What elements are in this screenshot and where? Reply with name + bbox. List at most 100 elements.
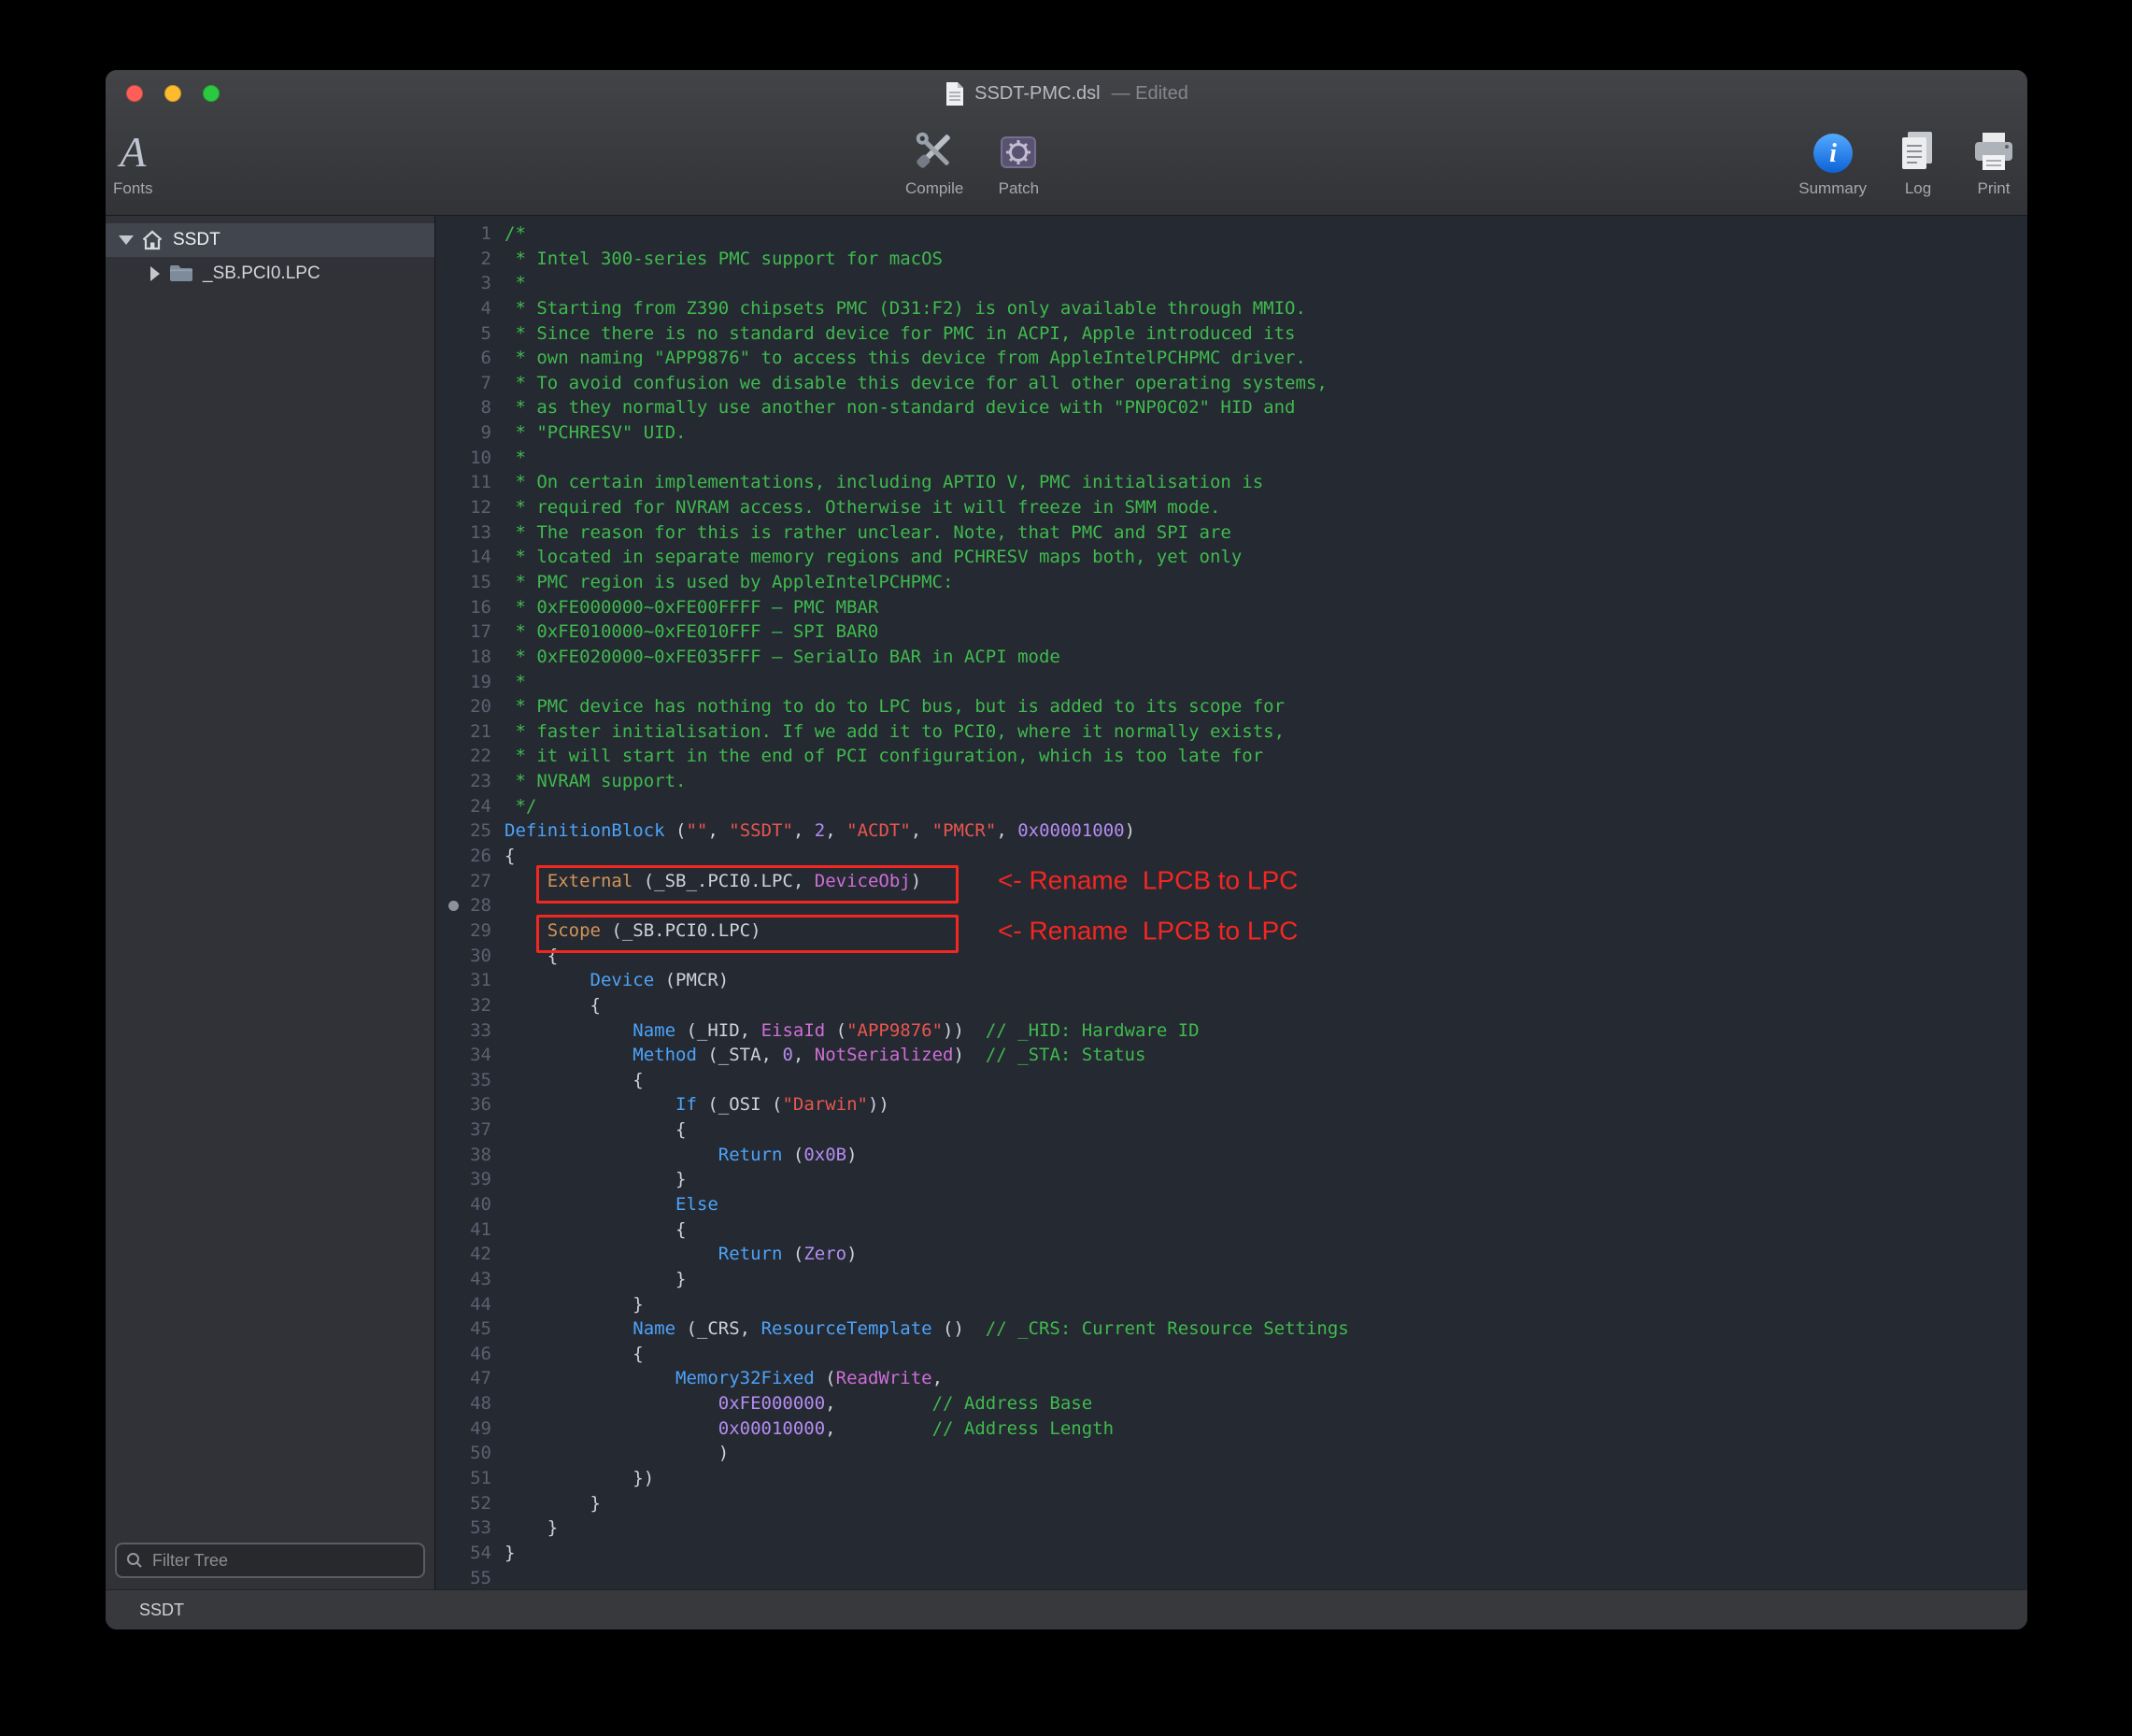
code-text: { (505, 1117, 686, 1143)
line-number: 1 (435, 221, 491, 247)
code-line[interactable]: 32 { (435, 993, 2027, 1018)
code-line[interactable]: 8 * as they normally use another non-sta… (435, 395, 2027, 420)
code-line[interactable]: 13 * The reason for this is rather uncle… (435, 520, 2027, 546)
code-text: * PMC device has nothing to do to LPC bu… (505, 694, 1285, 719)
code-text: { (505, 1068, 644, 1093)
minimize-button[interactable] (164, 85, 181, 102)
code-text: * Starting from Z390 chipsets PMC (D31:F… (505, 296, 1306, 321)
code-line[interactable]: 29 Scope (_SB.PCI0.LPC) (435, 918, 2027, 944)
code-line[interactable]: 33 Name (_HID, EisaId ("APP9876")) // _H… (435, 1018, 2027, 1044)
code-line[interactable]: 20 * PMC device has nothing to do to LPC… (435, 694, 2027, 719)
code-text: } (505, 1491, 601, 1516)
code-line[interactable]: 25DefinitionBlock ("", "SSDT", 2, "ACDT"… (435, 818, 2027, 844)
line-number: 49 (435, 1416, 491, 1442)
code-line[interactable]: 1/* (435, 221, 2027, 247)
code-line[interactable]: 44 } (435, 1292, 2027, 1317)
compile-button[interactable]: Compile (905, 121, 963, 198)
code-text: Return (0x0B) (505, 1143, 858, 1168)
code-line[interactable]: 55 (435, 1566, 2027, 1589)
code-line[interactable]: 14 * located in separate memory regions … (435, 545, 2027, 570)
code-line[interactable]: 2 * Intel 300-series PMC support for mac… (435, 247, 2027, 272)
code-line[interactable]: 38 Return (0x0B) (435, 1143, 2027, 1168)
print-button[interactable]: Print (1969, 121, 2018, 198)
code-line[interactable]: 48 0xFE000000, // Address Base (435, 1391, 2027, 1416)
code-text: { (505, 1342, 644, 1367)
close-button[interactable] (126, 85, 143, 102)
code-line[interactable]: 51 }) (435, 1466, 2027, 1491)
window-title-edited: — Edited (1112, 83, 1188, 105)
code-line[interactable]: 52 } (435, 1491, 2027, 1516)
filter-tree-field[interactable] (115, 1543, 425, 1578)
code-line[interactable]: 4 * Starting from Z390 chipsets PMC (D31… (435, 296, 2027, 321)
code-text: * 0xFE010000~0xFE010FFF — SPI BAR0 (505, 619, 878, 645)
code-line[interactable]: 42 Return (Zero) (435, 1242, 2027, 1267)
summary-button[interactable]: i Summary (1798, 121, 1867, 198)
code-line[interactable]: 5 * Since there is no standard device fo… (435, 321, 2027, 347)
code-line[interactable]: 36 If (_OSI ("Darwin")) (435, 1092, 2027, 1117)
code-line[interactable]: 19 * (435, 670, 2027, 695)
code-line[interactable]: 54} (435, 1541, 2027, 1566)
print-label: Print (1978, 179, 2011, 198)
line-number: 24 (435, 794, 491, 819)
titlebar[interactable]: SSDT-PMC.dsl — Edited (106, 70, 2027, 117)
line-number: 47 (435, 1366, 491, 1391)
code-line[interactable]: 7 * To avoid confusion we disable this d… (435, 371, 2027, 396)
filter-tree-input[interactable] (150, 1550, 414, 1572)
code-line[interactable]: 26{ (435, 844, 2027, 869)
code-text: * 0xFE020000~0xFE035FFF — SerialIo BAR i… (505, 645, 1060, 670)
code-line[interactable]: 41 { (435, 1217, 2027, 1243)
code-line[interactable]: 35 { (435, 1068, 2027, 1093)
code-line[interactable]: 9 * "PCHRESV" UID. (435, 420, 2027, 446)
code-line[interactable]: 45 Name (_CRS, ResourceTemplate () // _C… (435, 1316, 2027, 1342)
code-line[interactable]: 10 * (435, 446, 2027, 471)
disclosure-closed-icon[interactable] (150, 266, 160, 281)
code-line[interactable]: 40 Else (435, 1192, 2027, 1217)
toolbar: A Fonts (106, 117, 2027, 214)
log-button[interactable]: Log (1895, 121, 1941, 198)
tree-item-ssdt[interactable]: SSDT (106, 223, 434, 257)
code-line[interactable]: 12 * required for NVRAM access. Otherwis… (435, 495, 2027, 520)
code-line[interactable]: 46 { (435, 1342, 2027, 1367)
code-line[interactable]: 17 * 0xFE010000~0xFE010FFF — SPI BAR0 (435, 619, 2027, 645)
line-number: 10 (435, 446, 491, 471)
patch-button[interactable]: Patch (995, 121, 1042, 198)
line-number: 7 (435, 371, 491, 396)
code-line[interactable]: 31 Device (PMCR) (435, 968, 2027, 993)
code-line[interactable]: 30 { (435, 944, 2027, 969)
code-line[interactable]: 34 Method (_STA, 0, NotSerialized) // _S… (435, 1043, 2027, 1068)
code-line[interactable]: 43 } (435, 1267, 2027, 1292)
main-area: SSDT _SB.PCI0.LPC 1/*2 * Intel 300-serie… (106, 216, 2027, 1589)
line-number: 37 (435, 1117, 491, 1143)
zoom-button[interactable] (203, 85, 220, 102)
code-line[interactable]: 22 * it will start in the end of PCI con… (435, 744, 2027, 769)
fonts-button[interactable]: A Fonts (113, 121, 153, 198)
line-number: 4 (435, 296, 491, 321)
code-line[interactable]: 3 * (435, 271, 2027, 296)
code-line[interactable]: 37 { (435, 1117, 2027, 1143)
code-line[interactable]: 24 */ (435, 794, 2027, 819)
code-line[interactable]: 47 Memory32Fixed (ReadWrite, (435, 1366, 2027, 1391)
code-line[interactable]: 27 External (_SB_.PCI0.LPC, DeviceObj) (435, 869, 2027, 894)
code-line[interactable]: 15 * PMC region is used by AppleIntelPCH… (435, 570, 2027, 595)
code-line[interactable]: 28 (435, 893, 2027, 918)
line-number: 55 (435, 1566, 491, 1589)
code-line[interactable]: 53 } (435, 1515, 2027, 1541)
window-title-text: SSDT-PMC.dsl (974, 83, 1100, 105)
code-line[interactable]: 11 * On certain implementations, includi… (435, 470, 2027, 495)
code-line[interactable]: 50 ) (435, 1441, 2027, 1466)
code-line[interactable]: 6 * own naming "APP9876" to access this … (435, 346, 2027, 371)
code-line[interactable]: 23 * NVRAM support. (435, 769, 2027, 794)
window-chrome: SSDT-PMC.dsl — Edited A Fonts (106, 70, 2027, 216)
tree-item-sb-pci0-lpc[interactable]: _SB.PCI0.LPC (106, 257, 434, 291)
code-line[interactable]: 16 * 0xFE000000~0xFE00FFFF — PMC MBAR (435, 595, 2027, 620)
code-line[interactable]: 18 * 0xFE020000~0xFE035FFF — SerialIo BA… (435, 645, 2027, 670)
code-text: Name (_CRS, ResourceTemplate () // _CRS:… (505, 1316, 1349, 1342)
code-editor[interactable]: 1/*2 * Intel 300-series PMC support for … (434, 216, 2027, 1589)
code-line[interactable]: 39 } (435, 1167, 2027, 1192)
line-number: 54 (435, 1541, 491, 1566)
code-line[interactable]: 21 * faster initialisation. If we add it… (435, 719, 2027, 745)
disclosure-open-icon[interactable] (119, 235, 134, 245)
code-text: * PMC region is used by AppleIntelPCHPMC… (505, 570, 953, 595)
code-line[interactable]: 49 0x00010000, // Address Length (435, 1416, 2027, 1442)
code-text: * located in separate memory regions and… (505, 545, 1242, 570)
